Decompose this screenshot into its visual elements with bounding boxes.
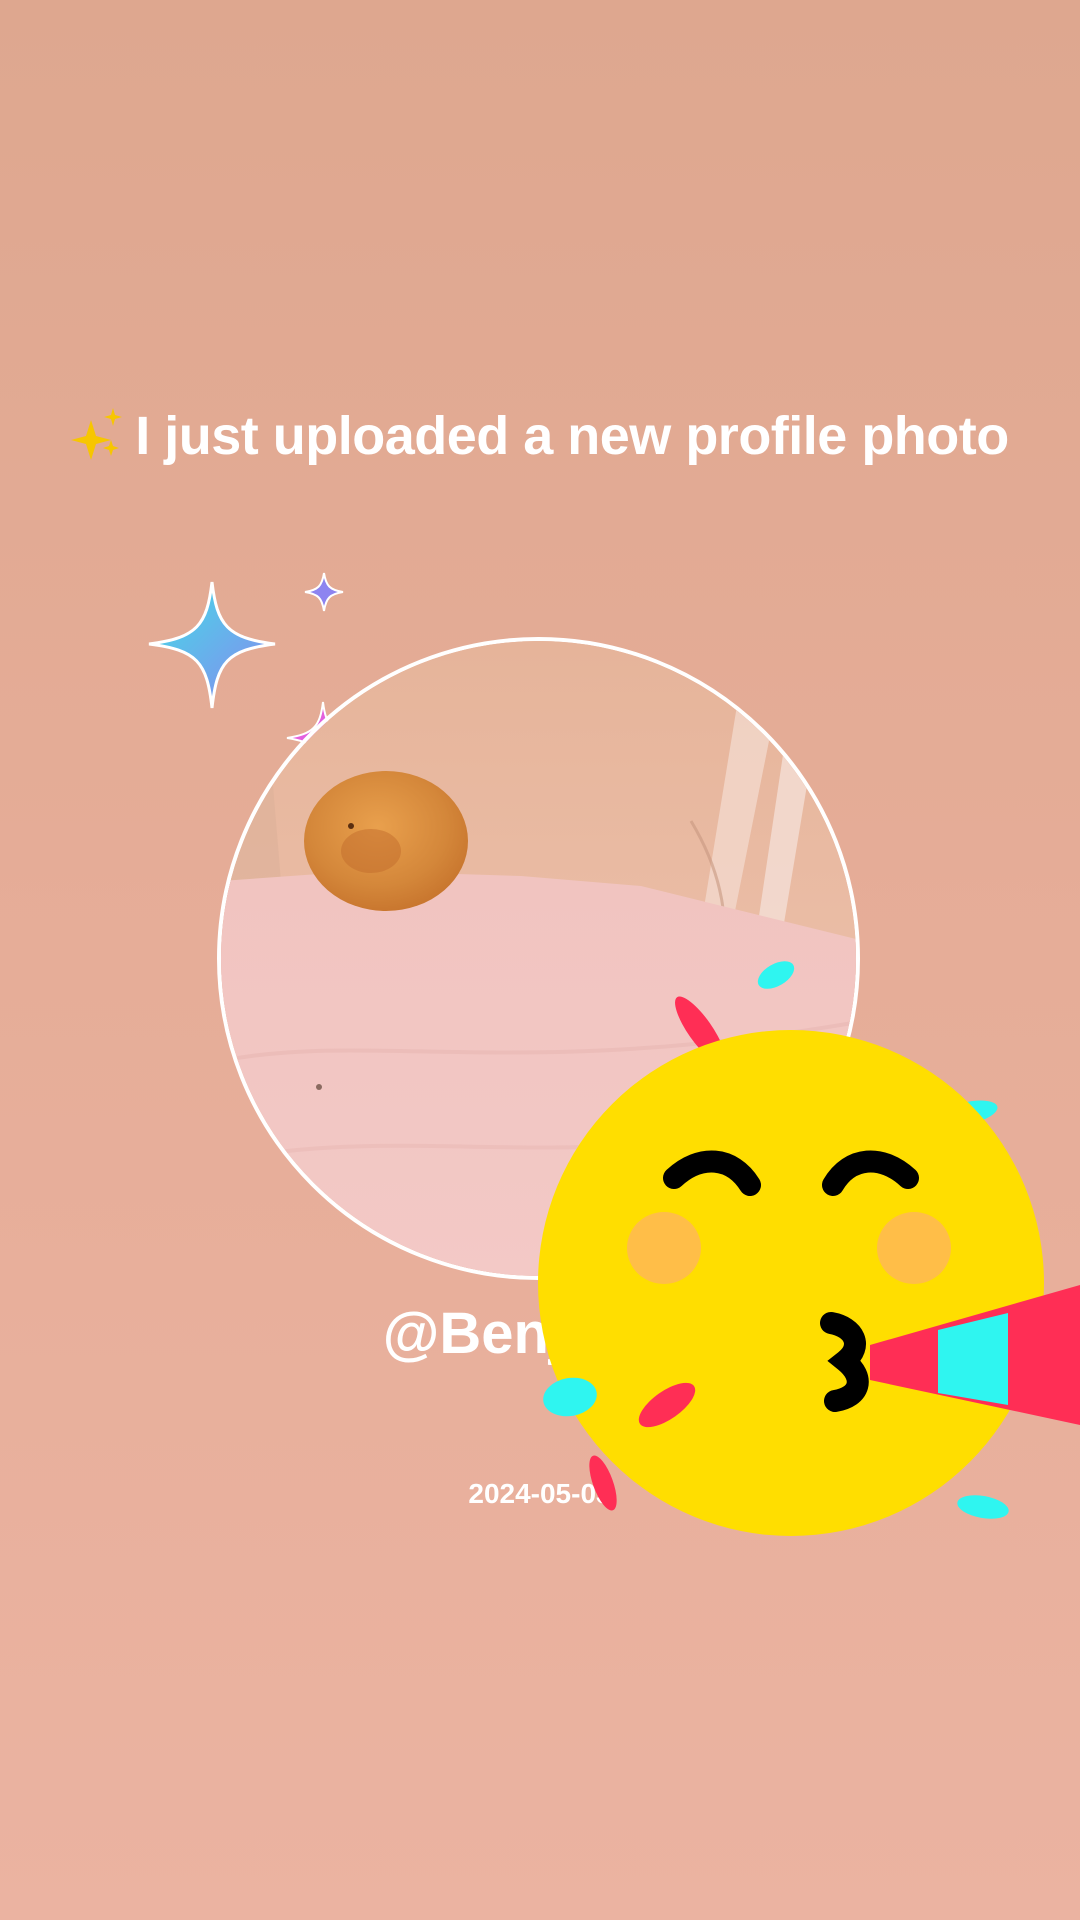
- story-canvas: { "story": { "headline_emoji": "sparkles…: [0, 0, 1080, 1920]
- story-headline: I just uploaded a new profile photo: [0, 405, 1080, 467]
- sparkle-small-icon: [304, 572, 344, 612]
- sparkle-large-icon: [148, 581, 276, 709]
- headline-text: I just uploaded a new profile photo: [135, 406, 1009, 466]
- sparkles-icon: [71, 406, 127, 466]
- party-face-icon: [538, 961, 1080, 1536]
